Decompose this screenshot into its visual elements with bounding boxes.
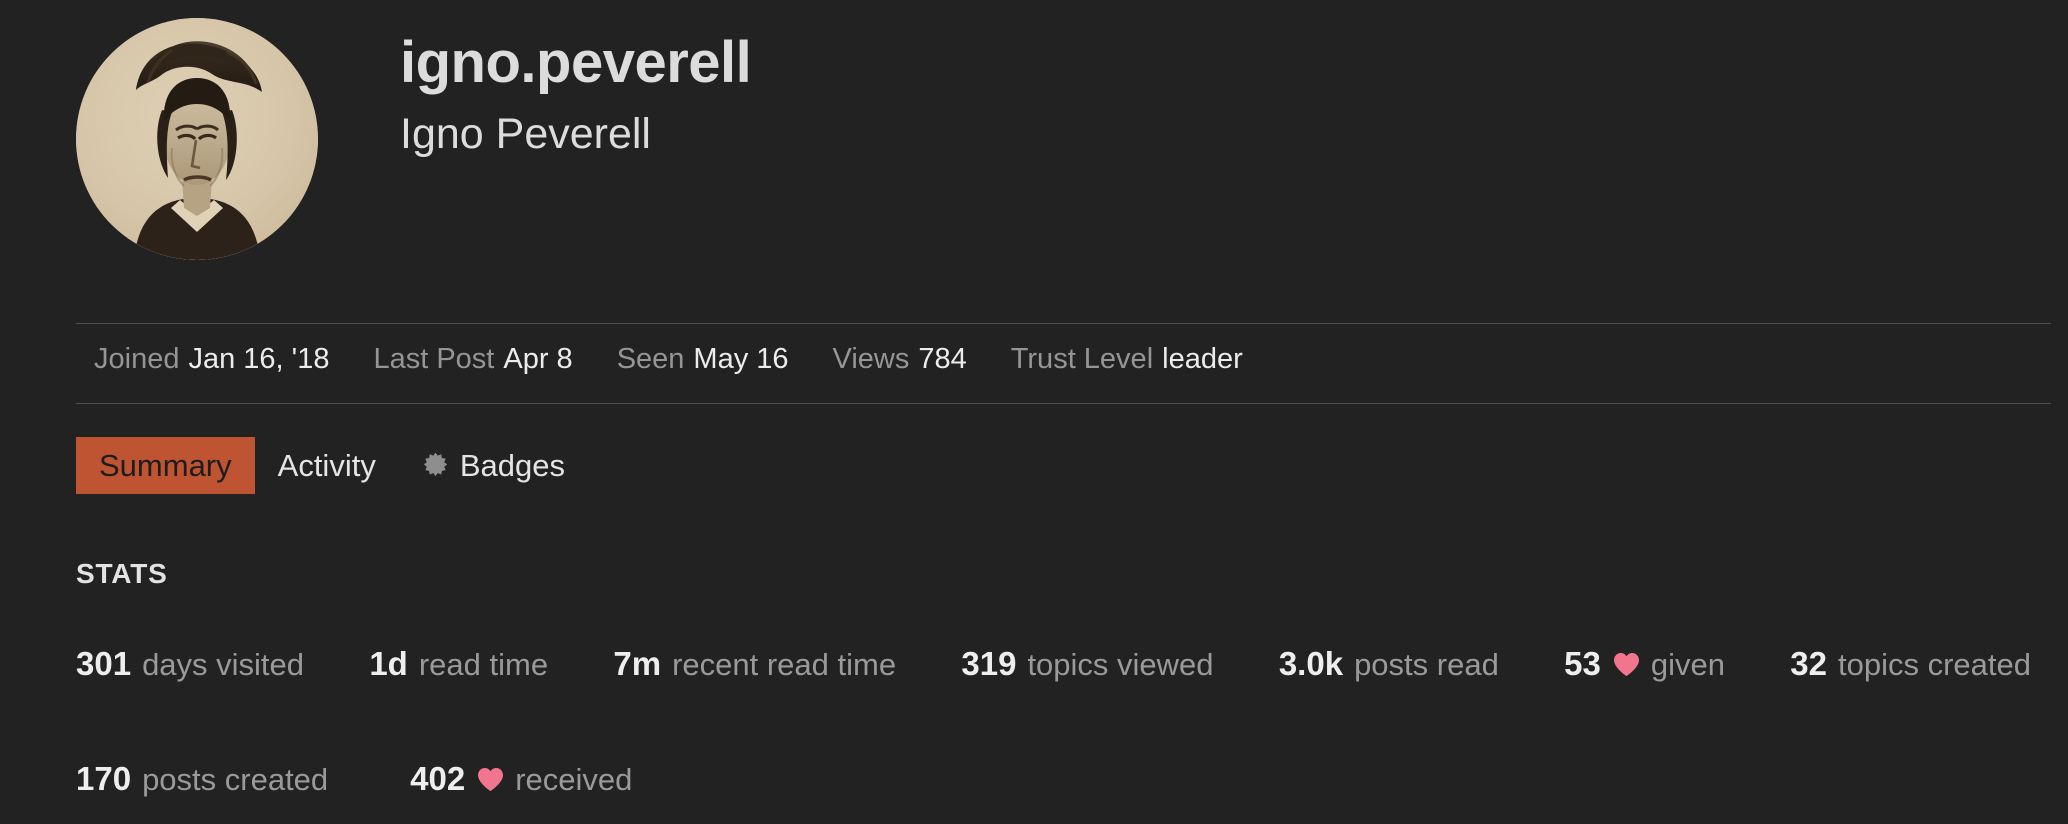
stat-value-posts-read: 3.0k	[1278, 645, 1344, 682]
stat-label-recent-read-time: recent read time	[672, 647, 897, 682]
profile-header: igno.peverell Igno Peverell	[76, 18, 752, 260]
tab-activity[interactable]: Activity	[255, 437, 399, 494]
profile-metadata: Joined Jan 16, '18 Last Post Apr 8 Seen …	[94, 343, 1243, 376]
divider-bottom	[76, 403, 2051, 404]
meta-value-trust-level: leader	[1162, 343, 1243, 375]
stats-row-primary: 301 days visited 1d read time 7m recent …	[76, 645, 2031, 683]
meta-label-joined: Joined	[94, 343, 180, 375]
profile-tabs: Summary Activity Badges	[76, 437, 588, 495]
meta-label-trust-level: Trust Level	[1010, 343, 1154, 375]
stats-row-secondary: 170 posts created 402 received	[76, 760, 632, 798]
meta-item-last-post: Last Post Apr 8	[373, 343, 572, 376]
stat-likes-received: 402 received	[410, 760, 632, 798]
page-title: igno.peverell	[400, 30, 752, 95]
stat-value-topics-viewed: 319	[961, 645, 1017, 682]
stat-label-days-visited: days visited	[142, 647, 305, 682]
profile-page: igno.peverell Igno Peverell Joined Jan 1…	[0, 0, 2068, 824]
stat-value-posts-created: 170	[76, 760, 132, 797]
stat-read-time: 1d read time	[369, 645, 548, 683]
heart-icon	[477, 767, 504, 792]
stat-posts-created: 170 posts created	[76, 760, 328, 798]
stat-value-likes-received: 402	[410, 760, 466, 797]
avatar[interactable]	[76, 18, 318, 260]
stat-posts-read: 3.0k posts read	[1279, 645, 1499, 683]
tab-badges[interactable]: Badges	[399, 437, 588, 494]
meta-item-seen: Seen May 16	[617, 343, 789, 376]
meta-label-seen: Seen	[616, 343, 685, 375]
meta-value-last-post: Apr 8	[503, 343, 573, 375]
stats-heading: STATS	[76, 558, 168, 589]
stat-recent-read-time: 7m recent read time	[613, 645, 896, 683]
meta-value-joined: Jan 16, '18	[188, 343, 330, 375]
stat-days-visited: 301 days visited	[76, 645, 304, 683]
stat-label-topics-created: topics created	[1837, 647, 2031, 682]
badge-starburst-icon	[422, 452, 449, 479]
meta-item-views: Views 784	[833, 343, 967, 376]
stat-topics-viewed: 319 topics viewed	[961, 645, 1213, 683]
meta-value-views: 784	[918, 343, 967, 375]
stat-value-days-visited: 301	[76, 645, 132, 682]
tab-summary[interactable]: Summary	[76, 437, 255, 495]
meta-label-views: Views	[832, 343, 910, 375]
heart-icon	[1613, 652, 1640, 677]
stat-likes-given: 53 given	[1564, 645, 1725, 683]
meta-label-last-post: Last Post	[373, 343, 495, 375]
stat-label-likes-given: given	[1650, 647, 1725, 682]
meta-item-joined: Joined Jan 16, '18	[94, 343, 329, 376]
stat-label-posts-read: posts read	[1354, 647, 1499, 682]
divider-top	[76, 323, 2051, 324]
stat-label-topics-viewed: topics viewed	[1027, 647, 1214, 682]
meta-item-trust-level: Trust Level leader	[1011, 343, 1243, 376]
full-name: Igno Peverell	[400, 110, 651, 159]
tab-activity-label: Activity	[277, 448, 376, 483]
stat-label-read-time: read time	[418, 647, 549, 682]
meta-value-seen: May 16	[693, 343, 789, 375]
tab-badges-label: Badges	[459, 448, 565, 483]
stat-label-posts-created: posts created	[142, 762, 329, 797]
tab-summary-label: Summary	[99, 448, 232, 483]
stat-topics-created: 32 topics created	[1790, 645, 2031, 683]
stat-value-recent-read-time: 7m	[613, 645, 662, 682]
stat-label-likes-received: received	[515, 762, 633, 797]
stat-value-read-time: 1d	[369, 645, 408, 682]
stat-value-topics-created: 32	[1790, 645, 1827, 682]
identity-block: igno.peverell Igno Peverell	[400, 18, 752, 159]
stat-value-likes-given: 53	[1564, 645, 1601, 682]
